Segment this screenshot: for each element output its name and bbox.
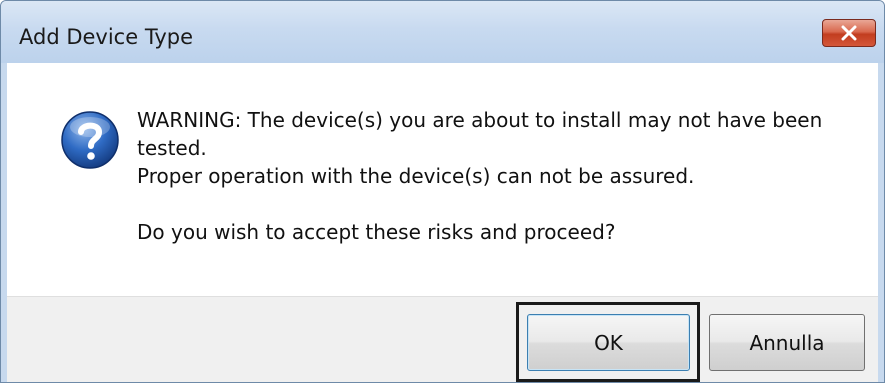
ok-button[interactable]: OK xyxy=(527,314,690,371)
question-icon xyxy=(61,111,119,169)
dialog-window: Add Device Type WARNING: The device(s) y… xyxy=(0,0,885,383)
message-text: WARNING: The device(s) you are about to … xyxy=(137,106,857,246)
title-bar[interactable]: Add Device Type xyxy=(1,1,884,63)
close-icon xyxy=(841,25,857,41)
message-line: WARNING: The device(s) you are about to … xyxy=(137,108,823,132)
message-line: tested. xyxy=(137,136,207,160)
message-line: Do you wish to accept these risks and pr… xyxy=(137,220,616,244)
message-area: WARNING: The device(s) you are about to … xyxy=(7,63,878,296)
close-button[interactable] xyxy=(822,19,876,47)
cancel-button[interactable]: Annulla xyxy=(709,314,865,371)
message-line: Proper operation with the device(s) can … xyxy=(137,164,695,188)
dialog-client-area: WARNING: The device(s) you are about to … xyxy=(7,63,878,382)
window-title: Add Device Type xyxy=(19,25,194,49)
button-bar: OK Annulla xyxy=(7,296,878,382)
